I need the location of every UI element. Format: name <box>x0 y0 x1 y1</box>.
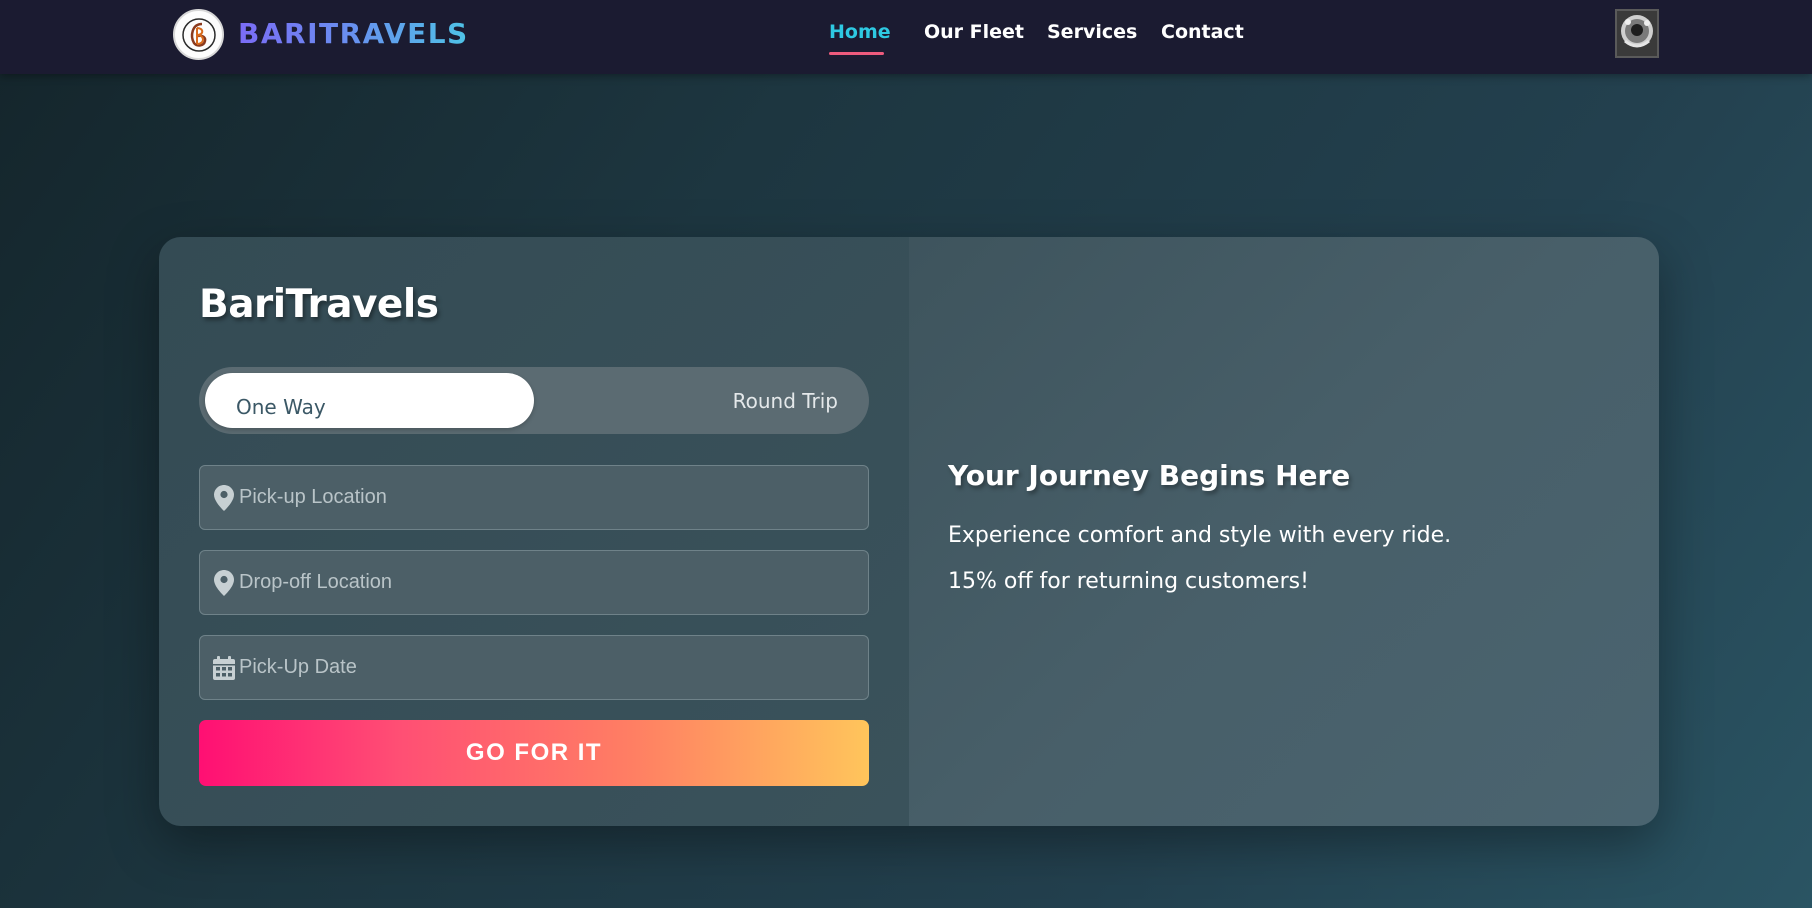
trip-option-one-way[interactable]: One Way <box>205 373 534 428</box>
hero-discount: 15% off for returning customers! <box>948 569 1309 594</box>
navbar: BARITRAVELS Home Our Fleet Services Cont… <box>0 0 1812 74</box>
bari-logo-icon[interactable] <box>173 9 224 60</box>
brand-name[interactable]: BARITRAVELS <box>238 17 469 50</box>
booking-card: BariTravels One Way Round Trip Pick-up L… <box>159 237 1659 826</box>
map-pin-icon <box>211 569 237 597</box>
dropoff-location-input[interactable] <box>239 551 859 614</box>
pickup-location-input[interactable] <box>239 466 859 529</box>
pickup-location-field[interactable] <box>199 465 869 530</box>
pickup-date-field[interactable] <box>199 635 869 700</box>
nav-services[interactable]: Services <box>1047 21 1137 43</box>
go-for-it-button[interactable]: GO FOR IT <box>199 720 869 786</box>
nav-our-fleet[interactable]: Our Fleet <box>924 21 1024 43</box>
booking-title: BariTravels <box>199 282 439 327</box>
map-pin-icon <box>211 484 237 512</box>
nav-active-underline <box>829 52 884 55</box>
trip-option-round-trip[interactable]: Round Trip <box>733 389 838 413</box>
pickup-date-input[interactable] <box>239 636 859 699</box>
nav-home[interactable]: Home <box>829 21 891 43</box>
trip-type-toggle[interactable]: One Way Round Trip <box>199 367 869 434</box>
hero-description: Experience comfort and style with every … <box>948 523 1452 548</box>
trip-option-one-way-label: One Way <box>236 395 326 419</box>
user-avatar-icon[interactable] <box>1615 9 1659 58</box>
booking-form-panel: BariTravels One Way Round Trip Pick-up L… <box>159 237 909 826</box>
nav-contact[interactable]: Contact <box>1161 21 1244 43</box>
dropoff-location-field[interactable] <box>199 550 869 615</box>
hero-title: Your Journey Begins Here <box>948 459 1351 492</box>
calendar-icon <box>211 654 237 682</box>
